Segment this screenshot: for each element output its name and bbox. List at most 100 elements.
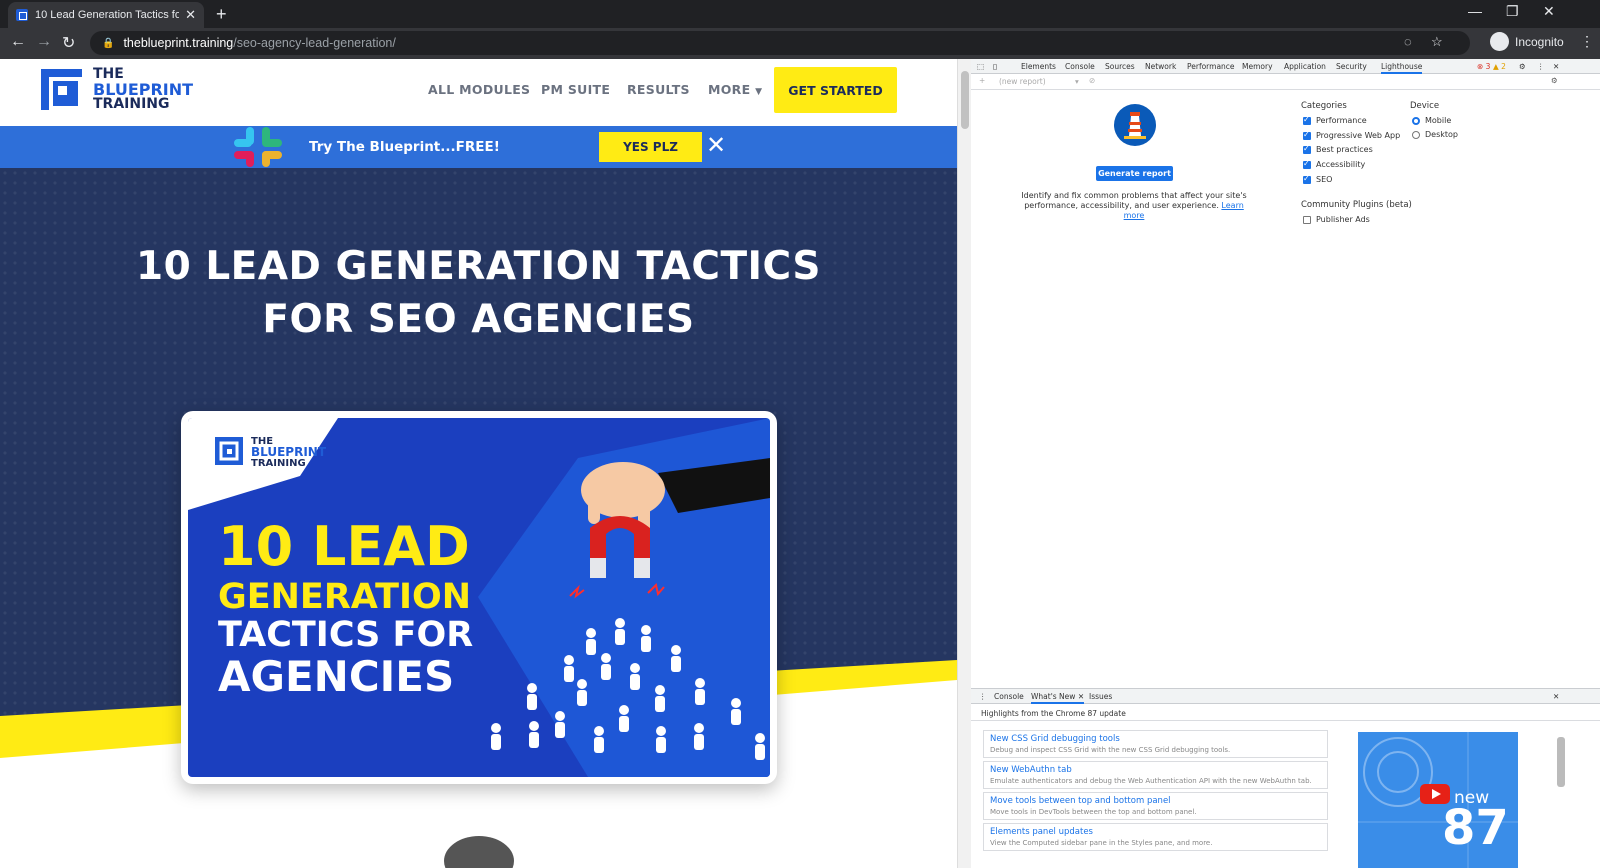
device-label: Desktop	[1425, 130, 1458, 139]
error-count-badge[interactable]: ⊗ 3	[1477, 62, 1490, 71]
tab-memory[interactable]: Memory	[1242, 62, 1273, 71]
nav-results[interactable]: RESULTS	[627, 82, 690, 97]
tab-close-icon[interactable]: ✕	[185, 7, 196, 23]
address-bar[interactable]: 🔒 theblueprint.training /seo-agency-lead…	[90, 31, 1470, 55]
incognito-profile[interactable]: Incognito	[1490, 32, 1564, 51]
promo-text: Try The Blueprint...FREE!	[309, 139, 500, 155]
yes-plz-button[interactable]: YES PLZ	[599, 132, 702, 162]
page-title-line1: 10 LEAD GENERATION TACTICS	[135, 244, 821, 289]
tab-security[interactable]: Security	[1336, 62, 1367, 71]
tab-performance[interactable]: Performance	[1187, 62, 1235, 71]
card-logo-text: THE BLUEPRINT TRAINING	[251, 436, 326, 469]
whats-new-item-title[interactable]: New CSS Grid debugging tools	[990, 734, 1321, 744]
nav-pm-suite[interactable]: PM SUITE	[541, 82, 610, 97]
devtools-settings-icon[interactable]: ⚙	[1519, 62, 1526, 71]
device-desktop[interactable]: Desktop	[1412, 130, 1458, 139]
devtools-menu-icon[interactable]: ⋮	[1537, 62, 1545, 71]
plugin-label: Publisher Ads	[1316, 215, 1370, 224]
report-select[interactable]: (new report)	[999, 77, 1046, 86]
whats-new-item-title[interactable]: Elements panel updates	[990, 827, 1321, 837]
report-dropdown-icon[interactable]: ▾	[1075, 77, 1079, 86]
whats-new-item[interactable]: Elements panel updates View the Computed…	[983, 823, 1328, 851]
promo-close-icon[interactable]: ✕	[706, 133, 726, 159]
restore-icon[interactable]: ❐	[1506, 3, 1519, 20]
nav-more[interactable]: MORE ▼	[708, 82, 762, 97]
drawer-scrollbar[interactable]	[1554, 732, 1568, 868]
drawer-menu-icon[interactable]: ⋮	[979, 692, 987, 701]
category-label: Accessibility	[1316, 160, 1366, 169]
category-best-practices[interactable]: Best practices	[1303, 144, 1373, 154]
radio-selected-icon[interactable]	[1412, 116, 1420, 125]
inspect-icon[interactable]: ⬚	[977, 62, 984, 71]
promo-banner: Try The Blueprint...FREE! YES PLZ ✕	[0, 126, 957, 168]
checkbox-checked-icon[interactable]	[1303, 159, 1311, 169]
new-tab-button[interactable]: +	[216, 4, 227, 25]
generate-report-button[interactable]: Generate report	[1096, 166, 1173, 181]
bookmark-star-icon[interactable]: ☆	[1431, 34, 1443, 50]
lighthouse-settings-icon[interactable]: ⚙	[1551, 76, 1558, 85]
tab-console[interactable]: Console	[1065, 62, 1095, 71]
whats-new-item[interactable]: Move tools between top and bottom panel …	[983, 792, 1328, 820]
checkbox-checked-icon[interactable]	[1303, 144, 1311, 154]
url-path: /seo-agency-lead-generation/	[233, 36, 396, 50]
card-logo-line2: BLUEPRINT	[251, 445, 327, 459]
drawer-tab-close-icon[interactable]: ✕	[1078, 692, 1084, 701]
page-scrollbar[interactable]	[957, 59, 971, 868]
nav-more-label: MORE	[708, 82, 751, 97]
category-accessibility[interactable]: Accessibility	[1303, 159, 1366, 169]
whats-new-item[interactable]: New CSS Grid debugging tools Debug and i…	[983, 730, 1328, 758]
site-logo-text[interactable]: THE BLUEPRINT TRAINING	[93, 67, 193, 112]
tab-network[interactable]: Network	[1145, 62, 1176, 71]
category-seo[interactable]: SEO	[1303, 174, 1333, 184]
drawer-tab-console[interactable]: Console	[994, 692, 1024, 701]
whats-new-video-thumbnail[interactable]: new 87	[1358, 732, 1518, 868]
radio-unselected-icon[interactable]	[1412, 130, 1420, 139]
add-report-icon[interactable]: +	[979, 76, 985, 85]
category-pwa[interactable]: Progressive Web App	[1303, 130, 1401, 140]
category-label: Progressive Web App	[1316, 131, 1401, 140]
back-icon[interactable]: ←	[10, 33, 26, 51]
tab-lighthouse[interactable]: Lighthouse	[1381, 62, 1423, 74]
checkbox-checked-icon[interactable]	[1303, 130, 1311, 140]
tab-sources[interactable]: Sources	[1105, 62, 1135, 71]
tab-title: 10 Lead Generation Tactics for SE	[35, 9, 180, 21]
blueprint-logo-icon[interactable]	[41, 69, 82, 110]
drawer-scrollbar-thumb[interactable]	[1557, 737, 1565, 787]
whats-new-item-title[interactable]: New WebAuthn tab	[990, 765, 1321, 775]
nav-all-modules[interactable]: ALL MODULES	[428, 82, 530, 97]
category-label: SEO	[1316, 175, 1333, 184]
reload-icon[interactable]: ↻	[62, 33, 75, 53]
device-mobile[interactable]: Mobile	[1412, 116, 1451, 125]
tab-application[interactable]: Application	[1284, 62, 1326, 71]
devtools-close-icon[interactable]: ✕	[1553, 62, 1559, 71]
plugin-publisher-ads[interactable]: Publisher Ads	[1303, 215, 1370, 224]
plugins-heading: Community Plugins (beta)	[1301, 200, 1412, 210]
incognito-icon	[1490, 32, 1509, 51]
logo-line3: TRAINING	[93, 96, 170, 112]
browser-tab[interactable]: 10 Lead Generation Tactics for SE ✕	[8, 2, 204, 28]
page-scrollbar-thumb[interactable]	[961, 71, 969, 129]
forward-icon[interactable]: →	[36, 33, 52, 51]
whats-new-item-title[interactable]: Move tools between top and bottom panel	[990, 796, 1321, 806]
warning-count-badge[interactable]: ▲ 2	[1493, 62, 1506, 71]
whats-new-item[interactable]: New WebAuthn tab Emulate authenticators …	[983, 761, 1328, 789]
window-close-icon[interactable]: ✕	[1543, 3, 1555, 20]
checkbox-checked-icon[interactable]	[1303, 115, 1311, 125]
checkbox-unchecked-icon[interactable]	[1303, 215, 1311, 224]
drawer-tab-issues[interactable]: Issues	[1089, 692, 1112, 701]
whats-new-item-desc: Emulate authenticators and debug the Web…	[990, 777, 1312, 785]
checkbox-checked-icon[interactable]	[1303, 174, 1311, 184]
devtools-panel: ⬚ ▯ Elements Console Sources Network Per…	[971, 59, 1600, 868]
eye-slash-icon[interactable]: ◌	[1404, 34, 1412, 49]
device-toggle-icon[interactable]: ▯	[993, 62, 997, 71]
browser-menu-icon[interactable]: ⋮	[1580, 33, 1594, 50]
clear-reports-icon[interactable]: ⊘	[1089, 76, 1095, 85]
drawer-tab-whats-new[interactable]: What's New ✕	[1031, 692, 1085, 704]
minimize-icon[interactable]: —	[1468, 3, 1482, 19]
lock-icon[interactable]: 🔒	[102, 38, 114, 49]
lighthouse-logo-icon	[1114, 104, 1156, 146]
drawer-close-icon[interactable]: ✕	[1553, 692, 1559, 701]
get-started-button[interactable]: GET STARTED	[774, 67, 897, 113]
tab-elements[interactable]: Elements	[1021, 62, 1056, 71]
category-performance[interactable]: Performance	[1303, 115, 1367, 125]
